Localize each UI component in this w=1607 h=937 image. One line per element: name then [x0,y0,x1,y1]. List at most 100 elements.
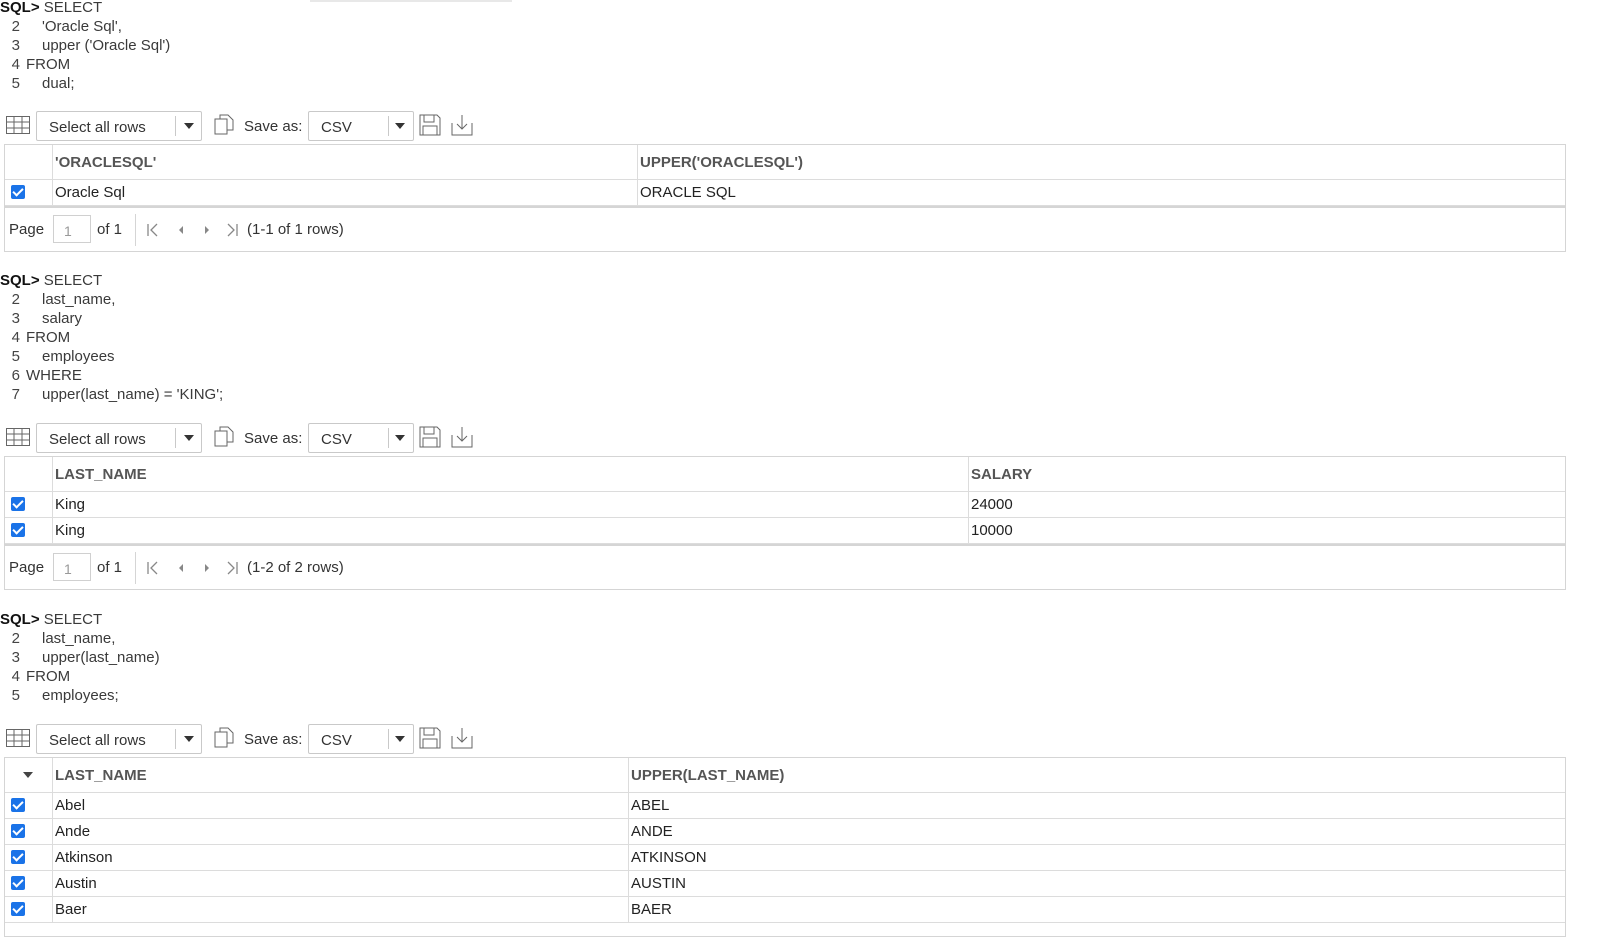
code-line: 3 salary [0,309,1607,328]
sql-prompt: SQL> [0,272,40,289]
table-cell: ATKINSON [631,849,707,866]
pagination: Page 1 of 1 (1-1 of 1 rows) [5,206,1565,251]
download-icon[interactable] [450,726,474,750]
download-icon[interactable] [450,425,474,449]
format-value: CSV [321,732,352,749]
line-number: 4 [11,668,20,685]
column-header[interactable]: 'ORACLESQL' [53,145,156,179]
table-row: Abel ABEL [5,793,1565,819]
copy-icon[interactable] [212,425,236,449]
select-rows-dropdown[interactable]: Select all rows [36,423,202,453]
table-cell: AUSTIN [631,875,687,892]
column-header[interactable]: SALARY [969,457,1032,491]
query-block-3: SQL> SELECT 2 last_name, 3 upper(last_name… [0,610,1607,705]
line-number: 2 [11,291,20,308]
line-number: 3 [11,649,20,666]
save-as-label: Save as: [244,731,303,748]
chevron-down-icon[interactable] [23,772,33,778]
prev-page-icon[interactable] [173,560,189,576]
row-count-info: (1-1 of 1 rows) [247,221,344,238]
copy-icon[interactable] [212,113,236,137]
chevron-down-icon [395,736,405,742]
checkbox-checked-icon[interactable] [11,798,25,812]
results-table: LAST_NAME SALARY King 24000 King 10000 P… [4,456,1566,590]
select-rows-dropdown[interactable]: Select all rows [36,111,202,141]
table-cell: BAER [631,901,672,918]
table-row: Oracle Sql ORACLE SQL [5,180,1565,206]
grid-icon[interactable] [6,116,30,134]
code-line: 7 upper(last_name) = 'KING'; [0,385,1607,404]
code-text: last_name, [42,291,116,308]
save-icon[interactable] [418,726,442,750]
table-header: LAST_NAME UPPER(LAST_NAME) [5,758,1565,793]
page-input[interactable]: 1 [53,215,91,243]
copy-icon[interactable] [212,726,236,750]
chevron-down-icon [395,435,405,441]
page-input[interactable]: 1 [53,553,91,581]
format-dropdown[interactable]: CSV [308,724,414,754]
chevron-down-icon [184,435,194,441]
checkbox-checked-icon[interactable] [11,824,25,838]
format-value: CSV [321,119,352,136]
format-dropdown[interactable]: CSV [308,111,414,141]
save-icon[interactable] [418,113,442,137]
checkbox-checked-icon[interactable] [11,185,25,199]
code-text: employees [42,348,115,365]
last-page-icon[interactable] [225,222,241,238]
page-label: Page [9,221,45,238]
select-rows-dropdown[interactable]: Select all rows [36,724,202,754]
line-number: 4 [11,56,20,73]
code-line: SQL> SELECT [0,0,1607,17]
column-header[interactable]: UPPER('ORACLESQL') [638,145,803,179]
table-cell: Austin [55,875,97,892]
page-count: of 1 [97,559,123,576]
line-number: 2 [11,18,20,35]
download-icon[interactable] [450,113,474,137]
first-page-icon[interactable] [145,560,161,576]
sql-prompt: SQL> [0,0,40,16]
table-cell: 24000 [971,496,1013,513]
code-line: 2 last_name, [0,290,1607,309]
column-header[interactable]: UPPER(LAST_NAME) [629,758,784,792]
code-text: upper(last_name) = 'KING'; [42,386,224,403]
code-text: employees; [42,687,119,704]
table-cell: ANDE [631,823,673,840]
table-row: Baer BAER [5,897,1565,923]
checkbox-checked-icon[interactable] [11,497,25,511]
table-row: Austin AUSTIN [5,871,1565,897]
code-line: 2 'Oracle Sql', [0,17,1607,36]
line-number: 2 [11,630,20,647]
checkbox-checked-icon[interactable] [11,523,25,537]
next-page-icon[interactable] [199,222,215,238]
column-header[interactable]: LAST_NAME [53,758,147,792]
table-cell: King [55,496,86,513]
line-number: 5 [11,75,20,92]
checkbox-checked-icon[interactable] [11,876,25,890]
table-cell: Baer [55,901,87,918]
first-page-icon[interactable] [145,222,161,238]
column-header[interactable]: LAST_NAME [53,457,147,491]
code-line: SQL> SELECT [0,610,1607,629]
grid-icon[interactable] [6,428,30,446]
checkbox-checked-icon[interactable] [11,902,25,916]
checkbox-checked-icon[interactable] [11,850,25,864]
code-line: 5 employees [0,347,1607,366]
code-text: SELECT [43,272,103,289]
line-number: 4 [11,329,20,346]
chevron-down-icon [395,123,405,129]
table-cell: 10000 [971,522,1013,539]
prev-page-icon[interactable] [173,222,189,238]
select-rows-label: Select all rows [49,119,146,136]
code-line: 4 FROM [0,328,1607,347]
next-page-icon[interactable] [199,560,215,576]
save-icon[interactable] [418,425,442,449]
format-dropdown[interactable]: CSV [308,423,414,453]
last-page-icon[interactable] [225,560,241,576]
line-number: 5 [11,687,20,704]
code-line: 3 upper(last_name) [0,648,1607,667]
results-toolbar: Select all rows Save as: CSV [0,111,600,143]
table-header: 'ORACLESQL' UPPER('ORACLESQL') [5,145,1565,180]
grid-icon[interactable] [6,729,30,747]
page-label: Page [9,559,45,576]
chevron-down-icon [184,736,194,742]
